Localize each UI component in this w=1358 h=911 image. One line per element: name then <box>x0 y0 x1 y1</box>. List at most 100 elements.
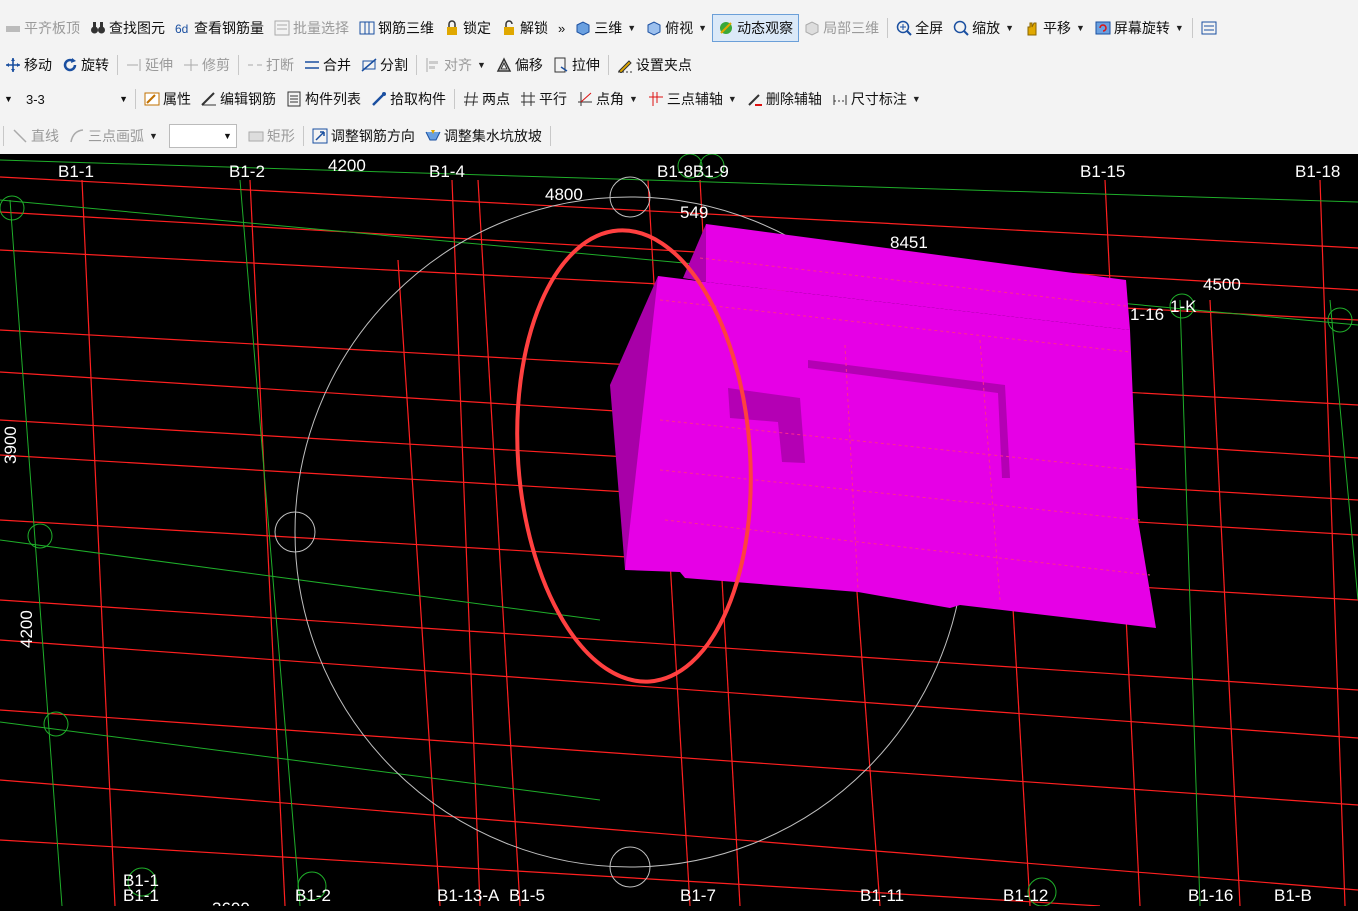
split-button[interactable]: 分割 <box>356 52 413 78</box>
component-list-button[interactable]: 构件列表 <box>281 86 366 112</box>
chevron-down-icon: ▼ <box>4 94 13 104</box>
break-label: 打断 <box>266 57 294 73</box>
dimension-label: 尺寸标注 <box>850 91 907 107</box>
find-element-button[interactable]: 查找图元 <box>85 15 170 41</box>
arc-icon <box>69 128 85 144</box>
pan-button[interactable]: 平移 ▼ <box>1019 15 1090 41</box>
batch-select-button[interactable]: 批量选择 <box>269 15 354 41</box>
trim-button[interactable]: 修剪 <box>178 52 235 78</box>
unlock-button[interactable]: 解锁 <box>496 15 553 41</box>
axis-label: B1-B <box>1274 886 1312 905</box>
dimension-label: 549 <box>680 203 708 222</box>
three-point-aux-label: 三点辅轴 <box>666 91 723 107</box>
batch-select-icon <box>274 20 290 36</box>
three-point-aux-icon <box>648 91 664 107</box>
merge-icon <box>304 57 320 73</box>
toolbar-separator <box>607 55 609 75</box>
top-view-button[interactable]: 俯视 ▼ <box>641 15 712 41</box>
rebar-3d-button[interactable]: 钢筋三维 <box>354 15 439 41</box>
slab-top-main <box>625 276 1156 628</box>
move-button[interactable]: 移动 <box>0 52 57 78</box>
break-button[interactable]: 打断 <box>242 52 299 78</box>
cube-icon <box>575 20 591 36</box>
rebar-direction-icon <box>312 128 328 144</box>
rebar-3d-icon <box>359 20 375 36</box>
set-grip-button[interactable]: 设置夹点 <box>612 52 697 78</box>
two-points-label: 两点 <box>482 91 510 107</box>
green-axis-line <box>1179 299 1201 907</box>
viewport-canvas[interactable]: B1-1 B1-2 4200 B1-4 4800 B1-8B1-9 549 84… <box>0 153 1358 911</box>
two-points-button[interactable]: 两点 <box>458 86 515 112</box>
break-icon <box>247 57 263 73</box>
view-rebar-qty-button[interactable]: 6d 查看钢筋量 <box>170 15 269 41</box>
local-3d-button[interactable]: 局部三维 <box>799 15 884 41</box>
adjust-rebar-dir-button[interactable]: 调整钢筋方向 <box>307 123 420 149</box>
drawing-viewport[interactable]: B1-1 B1-2 4200 B1-4 4800 B1-8B1-9 549 84… <box>0 153 1358 911</box>
axis-line <box>0 839 1101 907</box>
orbit-icon <box>718 20 734 36</box>
pan-label: 平移 <box>1043 20 1071 36</box>
pick-component-label: 拾取构件 <box>390 91 446 107</box>
properties-button[interactable]: 属性 <box>139 86 196 112</box>
zoom-button[interactable]: 缩放 ▼ <box>948 15 1019 41</box>
local-3d-label: 局部三维 <box>823 20 880 36</box>
stretch-button[interactable]: 拉伸 <box>548 52 605 78</box>
three-point-arc-button[interactable]: 三点画弧 ▼ <box>64 123 163 149</box>
toolbar-separator <box>238 55 239 75</box>
flush-slab-top-button[interactable]: 平齐板顶 <box>0 15 85 41</box>
toolbar-separator <box>117 55 118 75</box>
two-points-axis-icon <box>463 91 479 107</box>
offset-button[interactable]: 偏移 <box>491 52 548 78</box>
binoculars-icon <box>90 20 106 36</box>
adjust-sump-slope-label: 调整集水坑放坡 <box>443 128 542 144</box>
unlock-icon <box>501 20 517 36</box>
delete-aux-button[interactable]: 删除辅轴 <box>742 86 827 112</box>
extend-button[interactable]: 延伸 <box>121 52 178 78</box>
view-3d-button[interactable]: 三维 ▼ <box>570 15 641 41</box>
draw-mode-select[interactable]: ▼ <box>168 124 237 148</box>
axis-line <box>1209 299 1241 907</box>
line-button[interactable]: 直线 <box>7 123 64 149</box>
overflow-button[interactable] <box>1196 15 1222 41</box>
axis-label: B1-1 <box>123 886 159 905</box>
chevron-down-icon: ▼ <box>223 131 232 141</box>
axis-bubble <box>43 711 69 737</box>
layer-select[interactable]: ▼ 3-3 ▼ <box>0 88 132 110</box>
layer-select-value: 3-3 <box>26 91 45 107</box>
parallel-button[interactable]: 平行 <box>515 86 572 112</box>
align-button[interactable]: 对齐 ▼ <box>420 52 491 78</box>
fullscreen-button[interactable]: 全屏 <box>891 15 948 41</box>
set-grip-label: 设置夹点 <box>635 57 692 73</box>
rotate-button[interactable]: 旋转 <box>57 52 114 78</box>
axis-line <box>0 211 1358 291</box>
dynamic-observe-button[interactable]: 动态观察 <box>712 14 800 42</box>
dimension-button[interactable]: 尺寸标注 ▼ <box>827 86 926 112</box>
point-angle-label: 点角 <box>596 91 624 107</box>
green-axis-line <box>0 539 601 621</box>
toolbar-row-1: 平齐板顶 查找图元 6d 查看钢筋量 批量选择 钢筋三维 锁定 解锁 » 三维 … <box>0 11 1222 45</box>
overflow-chevron-button[interactable]: » <box>553 15 570 41</box>
align-label: 对齐 <box>444 57 472 73</box>
edit-rebar-button[interactable]: 编辑钢筋 <box>196 86 281 112</box>
align-icon <box>425 57 441 73</box>
axis-label: B1-13-A <box>437 886 500 905</box>
three-point-aux-button[interactable]: 三点辅轴 ▼ <box>643 86 742 112</box>
rectangle-label: 矩形 <box>266 128 295 144</box>
pick-component-button[interactable]: 拾取构件 <box>366 86 451 112</box>
axis-label: B1-8B1-9 <box>657 162 729 181</box>
point-angle-button[interactable]: 点角 ▼ <box>572 86 643 112</box>
slab-3d-model[interactable] <box>610 224 1156 628</box>
screen-rotate-button[interactable]: 屏幕旋转 ▼ <box>1090 15 1189 41</box>
adjust-sump-slope-button[interactable]: 调整集水坑放坡 <box>420 123 547 149</box>
rotate-icon <box>62 57 78 73</box>
lock-button[interactable]: 锁定 <box>439 15 496 41</box>
three-point-arc-label: 三点画弧 <box>88 128 144 144</box>
dimension-label: 8451 <box>890 233 928 252</box>
toolbar-area: 平齐板顶 查找图元 6d 查看钢筋量 批量选择 钢筋三维 锁定 解锁 » 三维 … <box>0 0 1358 154</box>
axis-label: B1-15 <box>1080 162 1125 181</box>
rectangle-button[interactable]: 矩形 <box>243 123 300 149</box>
properties-label: 属性 <box>163 91 191 107</box>
axis-label: B1-7 <box>680 886 716 905</box>
merge-button[interactable]: 合并 <box>299 52 356 78</box>
zoom-label: 缩放 <box>972 20 1001 36</box>
